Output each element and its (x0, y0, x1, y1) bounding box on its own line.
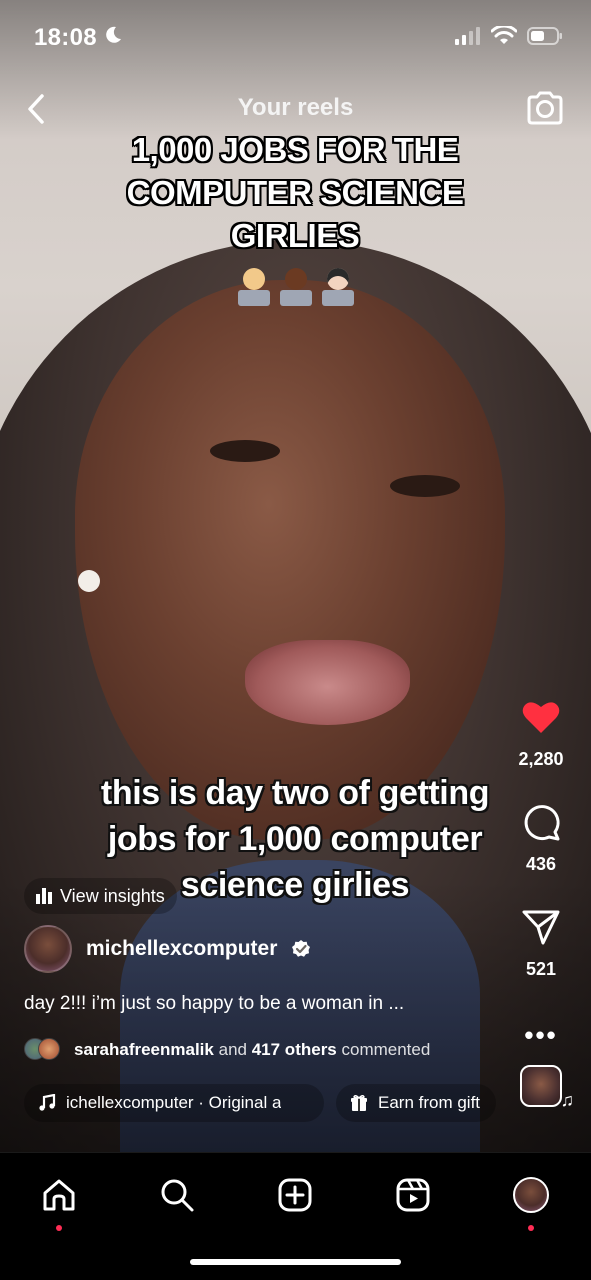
send-paper-plane-icon (522, 910, 560, 945)
comment-count: 436 (525, 854, 557, 874)
like-button[interactable] (519, 695, 563, 739)
post-description[interactable]: day 2!!! i’m just so happy to be a woman… (24, 993, 404, 1015)
comments-preview[interactable]: sarahafreenmalik and 417 others commente… (24, 1038, 430, 1062)
comment-button[interactable] (519, 800, 563, 844)
audio-thumbnail[interactable]: ♫ (520, 1065, 574, 1110)
caption-top-line: COMPUTER SCIENCE (126, 174, 464, 211)
author-row: michellexcomputer (24, 925, 311, 973)
status-time: 18:08 (34, 24, 97, 51)
share-button[interactable] (519, 905, 563, 949)
notification-dot (56, 1225, 62, 1231)
battery-icon (527, 27, 562, 45)
woman-technologist-dark-icon (278, 268, 314, 308)
caption-top-line: 1,000 JOBS FOR THE (131, 131, 459, 168)
video-face (75, 280, 505, 840)
woman-technologist-light-icon (236, 268, 272, 308)
comments-others-count: 417 others (251, 1040, 337, 1059)
video-earring (78, 570, 100, 592)
comment-bubble-icon (524, 805, 560, 841)
music-note-icon: ♫ (560, 1090, 575, 1110)
earn-from-gifts-chip[interactable]: Earn from gift (336, 1084, 496, 1122)
tab-home[interactable] (37, 1173, 81, 1231)
gift-icon (351, 1094, 367, 1111)
insights-label: View insights (60, 885, 165, 906)
commenter-avatars (24, 1038, 64, 1062)
camera-icon[interactable] (525, 88, 565, 128)
profile-avatar (513, 1177, 549, 1213)
home-icon (43, 1179, 75, 1211)
reels-icon (396, 1178, 430, 1212)
create-plus-icon (278, 1178, 312, 1212)
woman-technologist-black-hair-icon (320, 268, 356, 308)
tab-reels[interactable] (391, 1173, 435, 1217)
video-mouth (245, 640, 410, 725)
verified-badge-icon (292, 940, 311, 957)
video-eye-left (210, 440, 280, 462)
tab-search[interactable] (155, 1173, 199, 1217)
tab-create[interactable] (273, 1173, 317, 1217)
music-note-icon (39, 1094, 56, 1111)
technologist-emoji-row (0, 268, 591, 308)
bottom-chips: ichellexcomputer · Original a Earn from … (24, 1084, 496, 1122)
video-caption-top: 1,000 JOBS FOR THE COMPUTER SCIENCE GIRL… (60, 128, 530, 257)
page-title: Your reels (237, 94, 354, 121)
caption-mid-line: this is day two of getting (100, 774, 490, 812)
comments-suffix: commented (341, 1040, 431, 1059)
search-icon (161, 1179, 194, 1212)
share-count: 521 (525, 959, 557, 979)
gift-label: Earn from gift (378, 1093, 481, 1112)
status-bar: 18:08 (0, 0, 591, 70)
bar-chart-icon (36, 888, 52, 904)
tab-profile[interactable] (509, 1173, 553, 1231)
comments-and: and (218, 1040, 247, 1059)
view-insights-button[interactable]: View insights (24, 878, 177, 914)
action-rail: 2,280 436 521 ••• ♫ (509, 695, 574, 1110)
commenter-username: sarahafreenmalik (74, 1040, 214, 1059)
focus-moon-icon (106, 26, 121, 43)
cellular-signal-icon (455, 27, 480, 45)
author-username[interactable]: michellexcomputer (86, 937, 277, 961)
wifi-icon (491, 26, 517, 44)
heart-icon (522, 702, 560, 733)
caption-mid-line: jobs for 1,000 computer (107, 820, 483, 858)
caption-top-line: GIRLIES (230, 217, 360, 254)
more-options-icon[interactable]: ••• (524, 1020, 557, 1051)
original-audio-chip[interactable]: ichellexcomputer · Original a (24, 1084, 324, 1122)
video-eye-right (390, 475, 460, 497)
status-indicators (455, 26, 563, 46)
author-avatar[interactable] (24, 925, 72, 973)
home-indicator (190, 1259, 401, 1265)
notification-dot (528, 1225, 534, 1231)
like-count: 2,280 (518, 749, 564, 769)
audio-label: ichellexcomputer · Original a (66, 1093, 282, 1112)
